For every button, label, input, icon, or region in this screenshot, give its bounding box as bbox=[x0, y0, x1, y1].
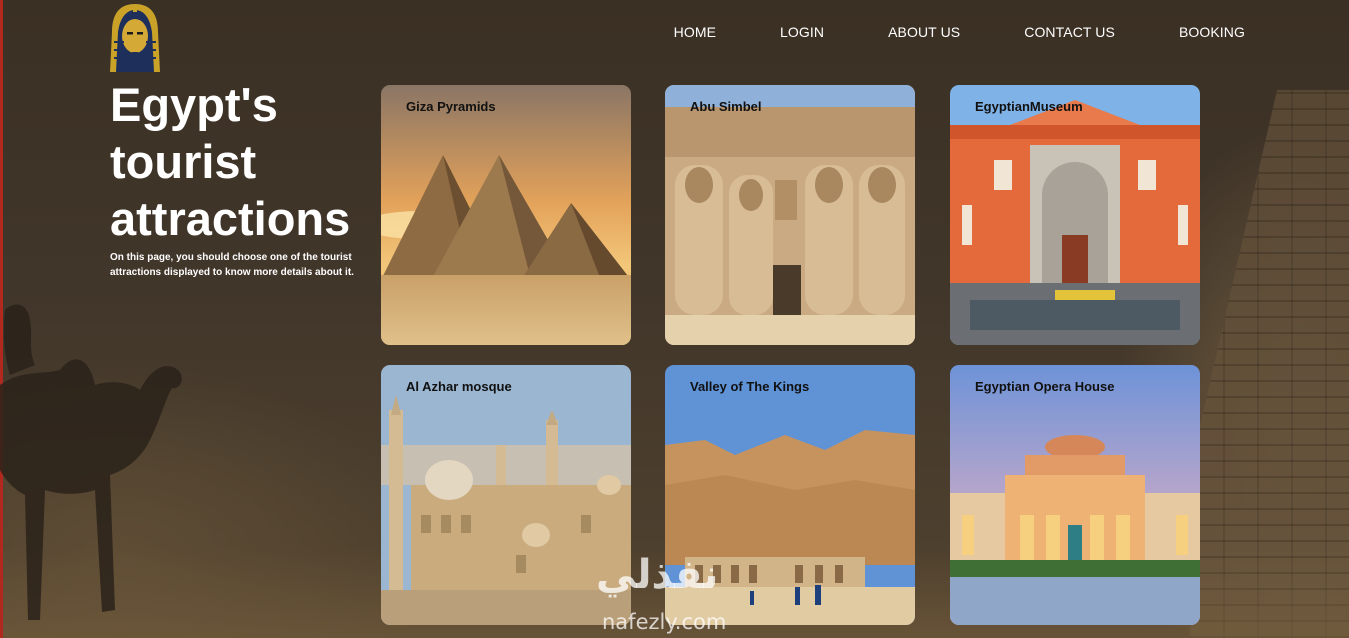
al-azhar-mosque-image bbox=[381, 365, 631, 625]
page-description: On this page, you should choose one of t… bbox=[110, 252, 354, 278]
card-al-azhar-mosque[interactable]: Al Azhar mosque bbox=[381, 365, 631, 625]
main-nav: HOME LOGIN ABOUT US CONTACT US BOOKING bbox=[610, 0, 1245, 64]
egyptian-opera-house-image bbox=[950, 365, 1200, 625]
card-label: Valley of The Kings bbox=[690, 379, 810, 394]
card-egyptian-opera-house[interactable]: Egyptian Opera House bbox=[950, 365, 1200, 625]
nav-home-link[interactable]: HOME bbox=[674, 24, 716, 40]
card-label: Egyptian Opera House bbox=[975, 379, 1115, 394]
watermark-arabic: نفذلي bbox=[596, 552, 719, 598]
nav-booking-link[interactable]: BOOKING bbox=[1179, 24, 1245, 40]
card-giza-pyramids[interactable]: Giza Pyramids bbox=[381, 85, 631, 345]
giza-pyramids-image bbox=[381, 85, 631, 345]
page-title: Egypt's tourist attractions bbox=[110, 78, 351, 245]
card-egyptian-museum[interactable]: EgyptianMuseum bbox=[950, 85, 1200, 345]
nav-login-link[interactable]: LOGIN bbox=[780, 24, 824, 40]
abu-simbel-image bbox=[665, 85, 915, 345]
camel-silhouette-image bbox=[0, 304, 182, 620]
nav-contact-link[interactable]: CONTACT US bbox=[1024, 24, 1115, 40]
card-abu-simbel[interactable]: Abu Simbel bbox=[665, 85, 915, 345]
egyptian-museum-image bbox=[950, 85, 1200, 345]
card-label: Giza Pyramids bbox=[406, 99, 496, 114]
card-label: Al Azhar mosque bbox=[406, 379, 512, 394]
watermark-latin: nafezly.com bbox=[602, 610, 727, 634]
card-label: EgyptianMuseum bbox=[975, 99, 1083, 114]
nav-about-link[interactable]: ABOUT US bbox=[888, 24, 960, 40]
card-label: Abu Simbel bbox=[690, 99, 762, 114]
tutankhamun-mask-logo[interactable] bbox=[108, 2, 162, 76]
